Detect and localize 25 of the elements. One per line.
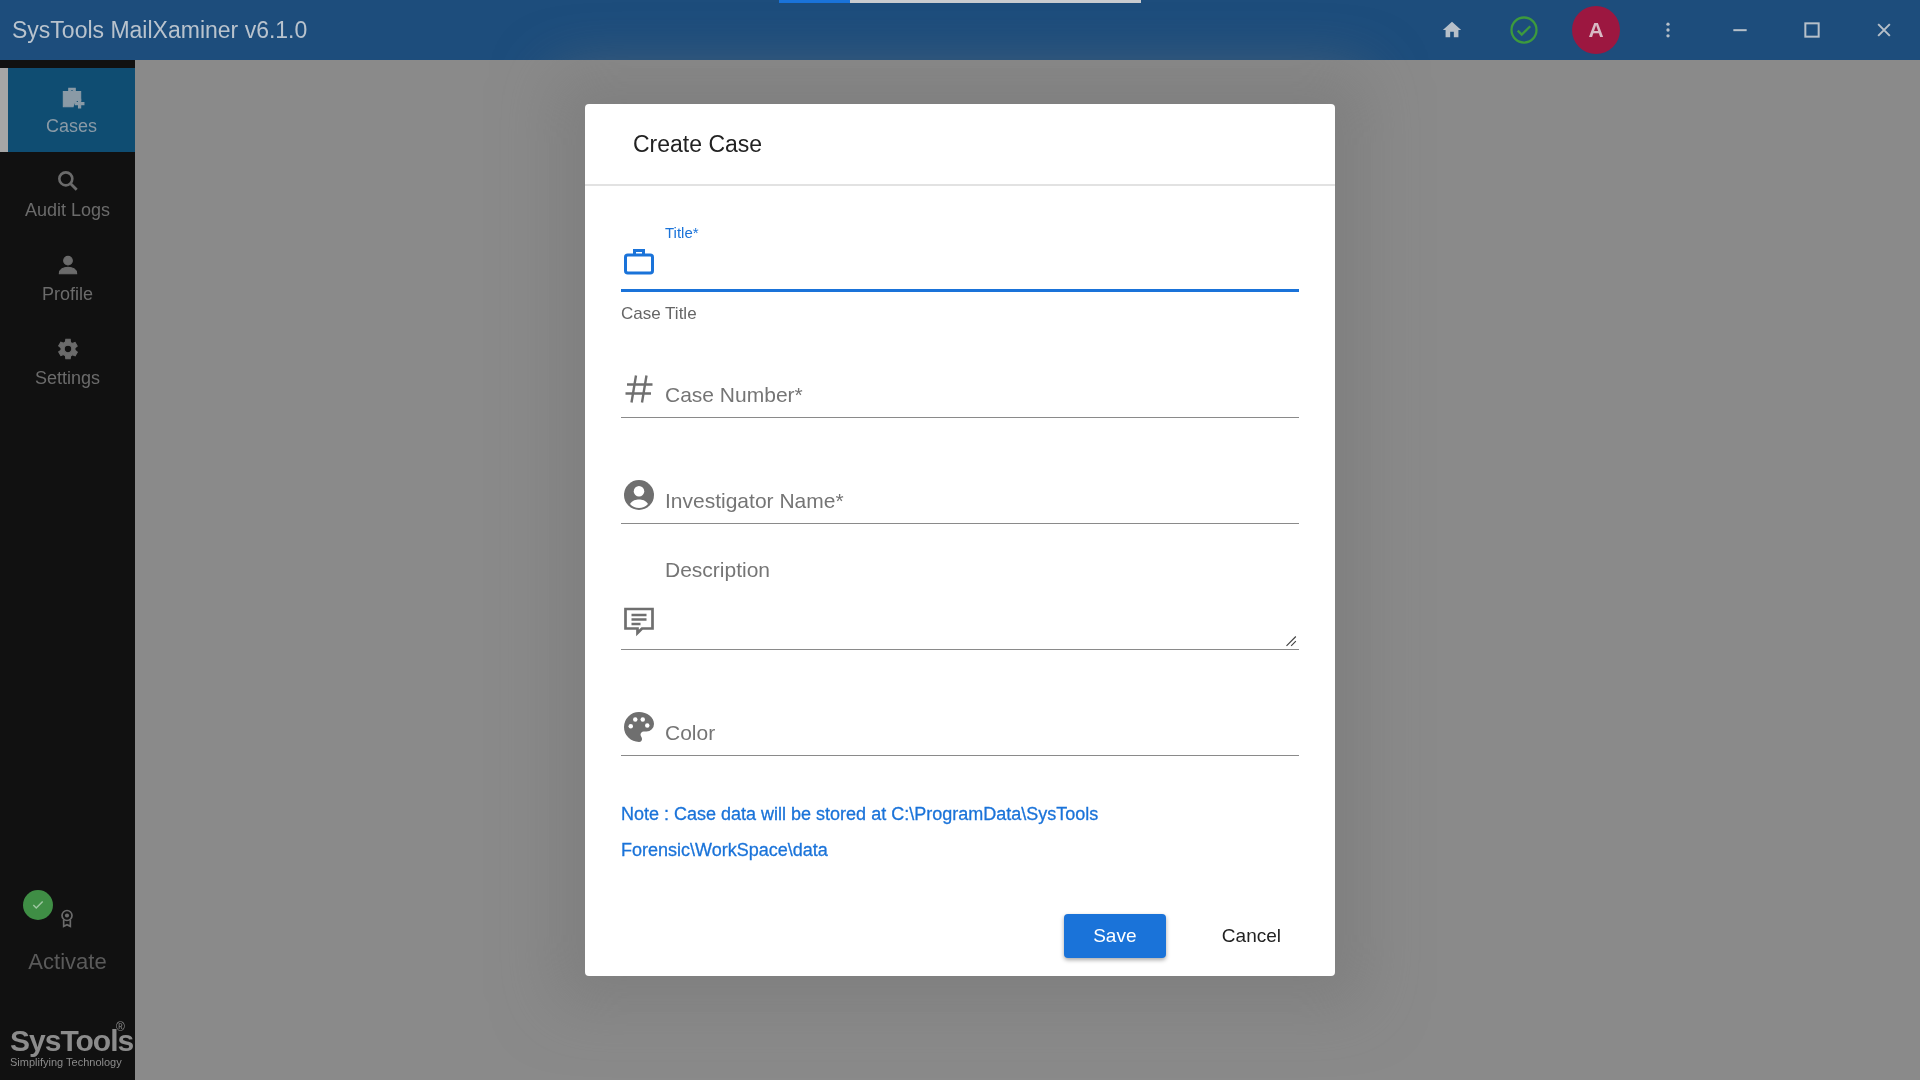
input-field[interactable]: Case Number* bbox=[621, 338, 1299, 418]
text-area[interactable]: Description bbox=[621, 550, 1299, 650]
sidebar-item[interactable]: Profile bbox=[0, 236, 135, 320]
person-circle-icon bbox=[621, 477, 657, 513]
palette-icon bbox=[621, 709, 657, 745]
sidebar-item[interactable]: Settings bbox=[0, 320, 135, 404]
resize-handle-icon[interactable] bbox=[1283, 633, 1297, 647]
app-title: SysTools MailXaminer v6.1.0 bbox=[12, 16, 309, 44]
note-text: Forensic\WorkSpace\data bbox=[621, 839, 829, 862]
hint-text: Case Title bbox=[621, 304, 698, 324]
input-field[interactable]: Color bbox=[621, 676, 1299, 756]
logo-tagline: Simplifying Technology bbox=[10, 1056, 122, 1068]
note-text: Note : Case data will be stored at C:\ProgramData\SysTools bbox=[621, 803, 1100, 826]
input-field[interactable]: Title* bbox=[621, 212, 1299, 292]
activate-link[interactable]: Activate bbox=[0, 948, 135, 976]
dialog-title: Create Case bbox=[633, 130, 763, 158]
check-icon bbox=[31, 898, 45, 912]
avatar-button[interactable]: A bbox=[1572, 6, 1620, 54]
check-circle-icon[interactable] bbox=[1509, 15, 1539, 45]
cancel-button[interactable]: Cancel bbox=[1215, 914, 1287, 958]
input-field[interactable]: Investigator Name* bbox=[621, 444, 1299, 524]
sidebar-item[interactable]: Cases bbox=[0, 68, 135, 152]
maximize-icon[interactable] bbox=[1802, 20, 1822, 40]
save-button[interactable]: Save bbox=[1063, 914, 1166, 958]
sidebar-item[interactable]: Audit Logs bbox=[0, 152, 135, 236]
